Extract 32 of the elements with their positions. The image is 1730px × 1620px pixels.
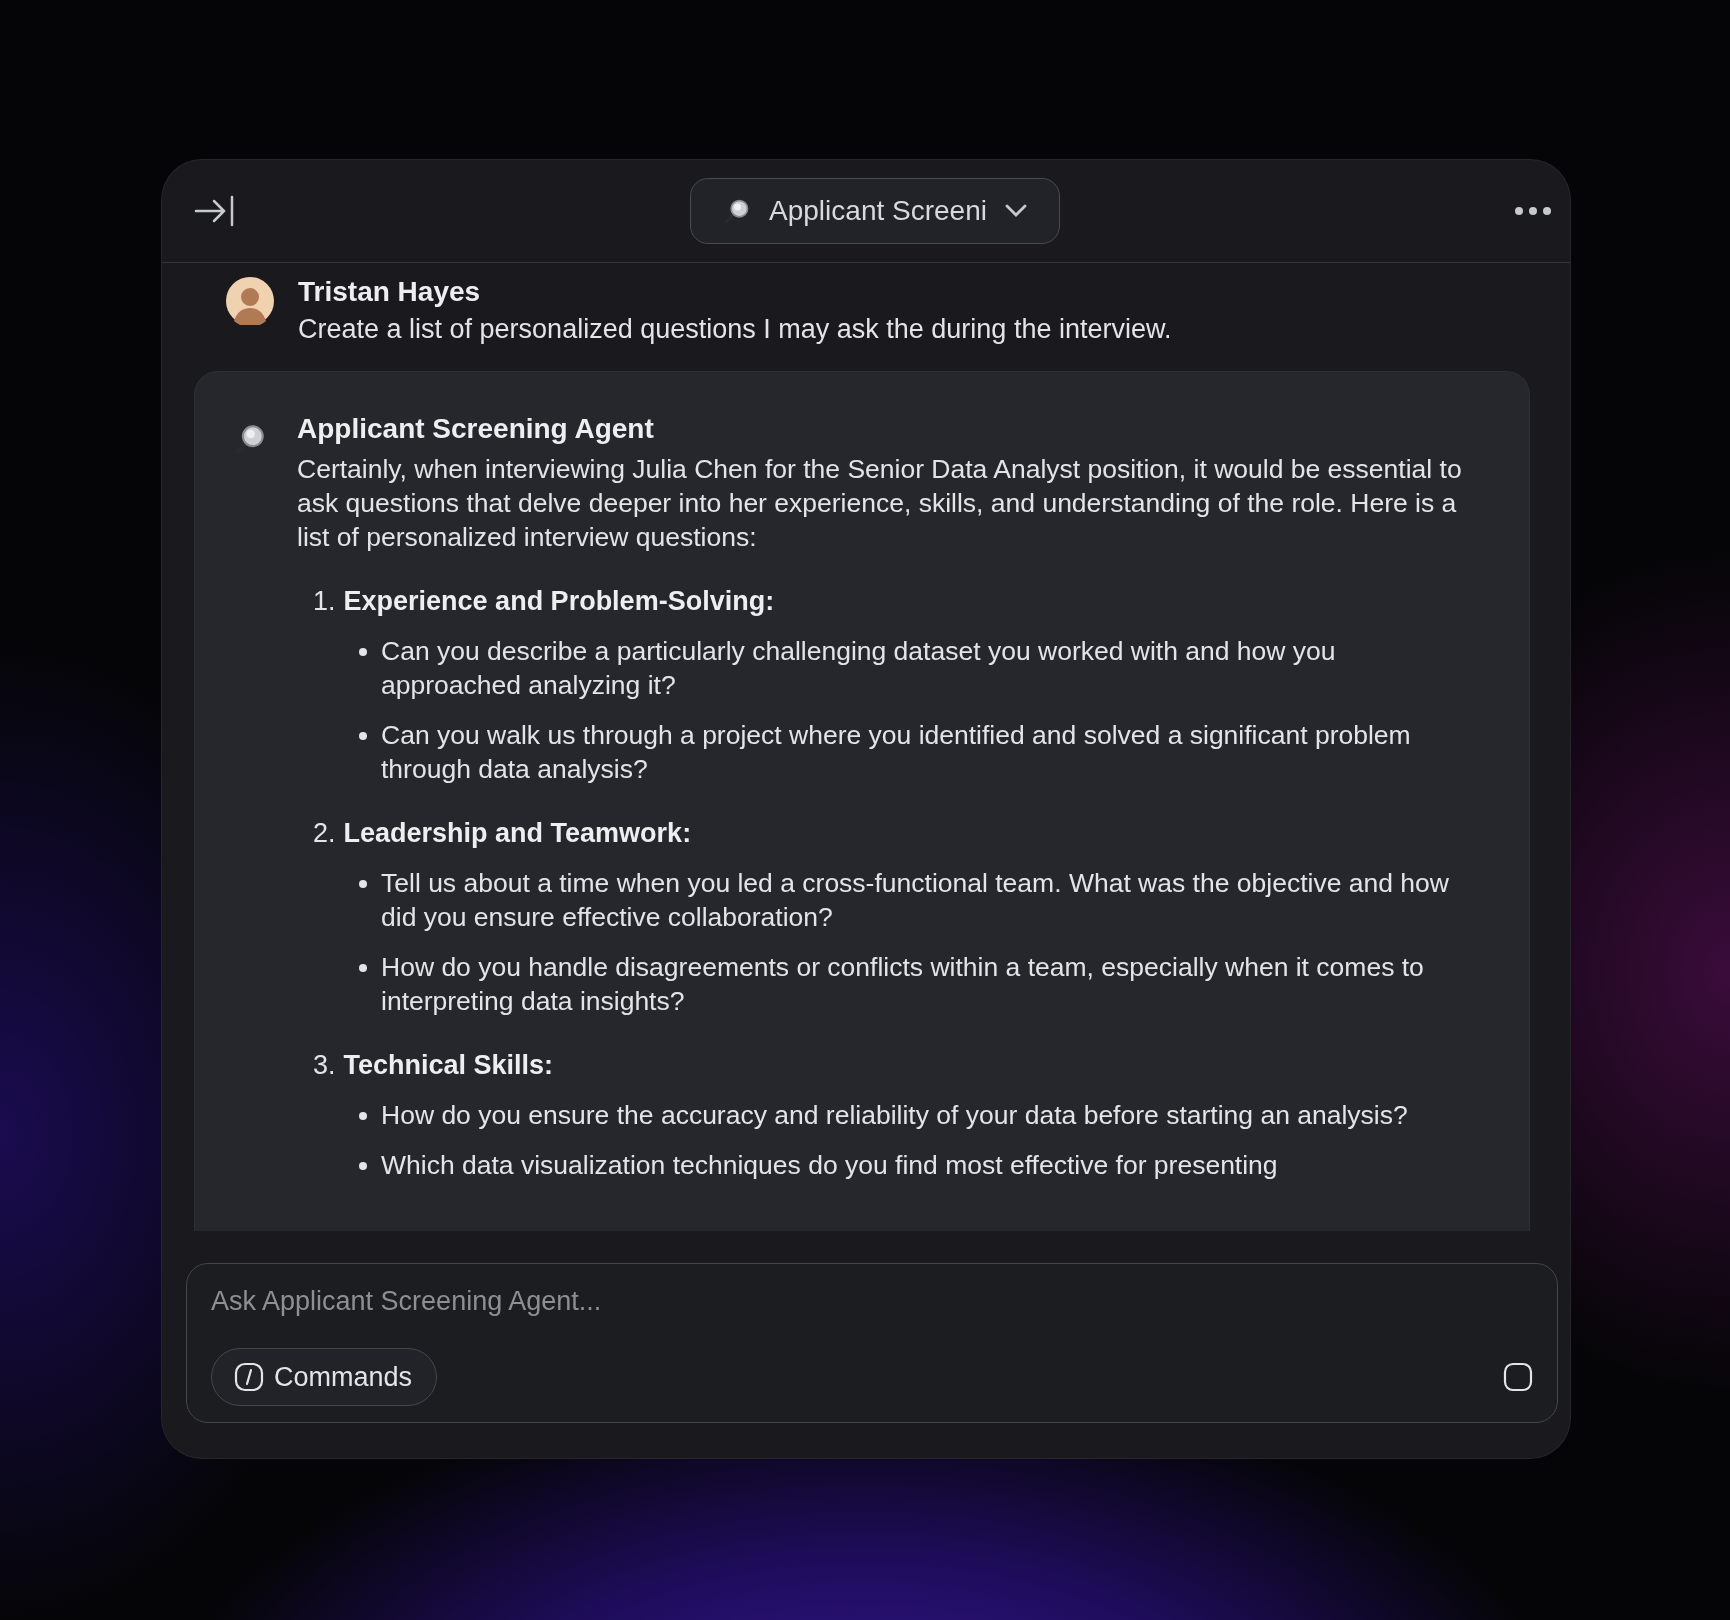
question-text: Can you describe a particularly challenging dataset you worked with and how you approached analyzing it? [381, 635, 1337, 702]
list-number: 3. [313, 1049, 336, 1082]
question-text: How do you ensure the accuracy and reliability of your data before starting an analysis? [381, 1099, 1408, 1132]
commands-button[interactable]: Commands [211, 1348, 438, 1406]
user-message: Create a list of personalized questions I may ask the during the interview. [298, 313, 1172, 346]
bullet [359, 880, 367, 888]
message-composer[interactable]: Ask Applicant Screening Agent... Commands [186, 1263, 1558, 1423]
section-heading: Experience and Problem-Solving: [343, 585, 775, 618]
bullet [359, 648, 367, 656]
question-text: How do you handle disagreements or conflicts within a team, especially when it comes to interpreting data insights? [381, 951, 1425, 1018]
message-input[interactable]: Ask Applicant Screening Agent... [211, 1286, 1533, 1317]
expand-icon[interactable] [194, 194, 236, 228]
more-icon[interactable] [1514, 206, 1552, 216]
question-text: Which data visualization techniques do you find most effective for presenting [381, 1149, 1278, 1182]
section-heading: Technical Skills: [343, 1049, 554, 1082]
question-text: Tell us about a time when you led a cross-functional team. What was the objective and how did you ensure effective collaboration? [381, 867, 1450, 934]
agent-selector[interactable]: Applicant Screeni [690, 178, 1060, 244]
response-text: Certainly, when interviewing Julia Chen for the Senior Data Analyst position, it would be essential to ask questions that delve deeper into her experience, skills, and understanding of the role. Here is a list of personalized interview questions: [297, 453, 1463, 554]
bullet [359, 1162, 367, 1170]
section-heading: Leadership and Teamwork: [343, 817, 692, 850]
slash-icon [234, 1362, 264, 1392]
bullet [359, 1112, 367, 1120]
agent-name: Applicant Screening Agent [297, 412, 655, 446]
stop-icon[interactable] [1503, 1362, 1533, 1392]
user-name: Tristan Hayes [298, 275, 482, 309]
bullet [359, 732, 367, 740]
chevron-icon [1004, 204, 1027, 218]
bullet [359, 964, 367, 972]
avatar [226, 277, 274, 325]
question-text: Can you walk us through a project where you identified and solved a significant problem through data analysis? [381, 719, 1412, 786]
list-number: 2. [313, 817, 336, 850]
list-number: 1. [313, 585, 336, 618]
